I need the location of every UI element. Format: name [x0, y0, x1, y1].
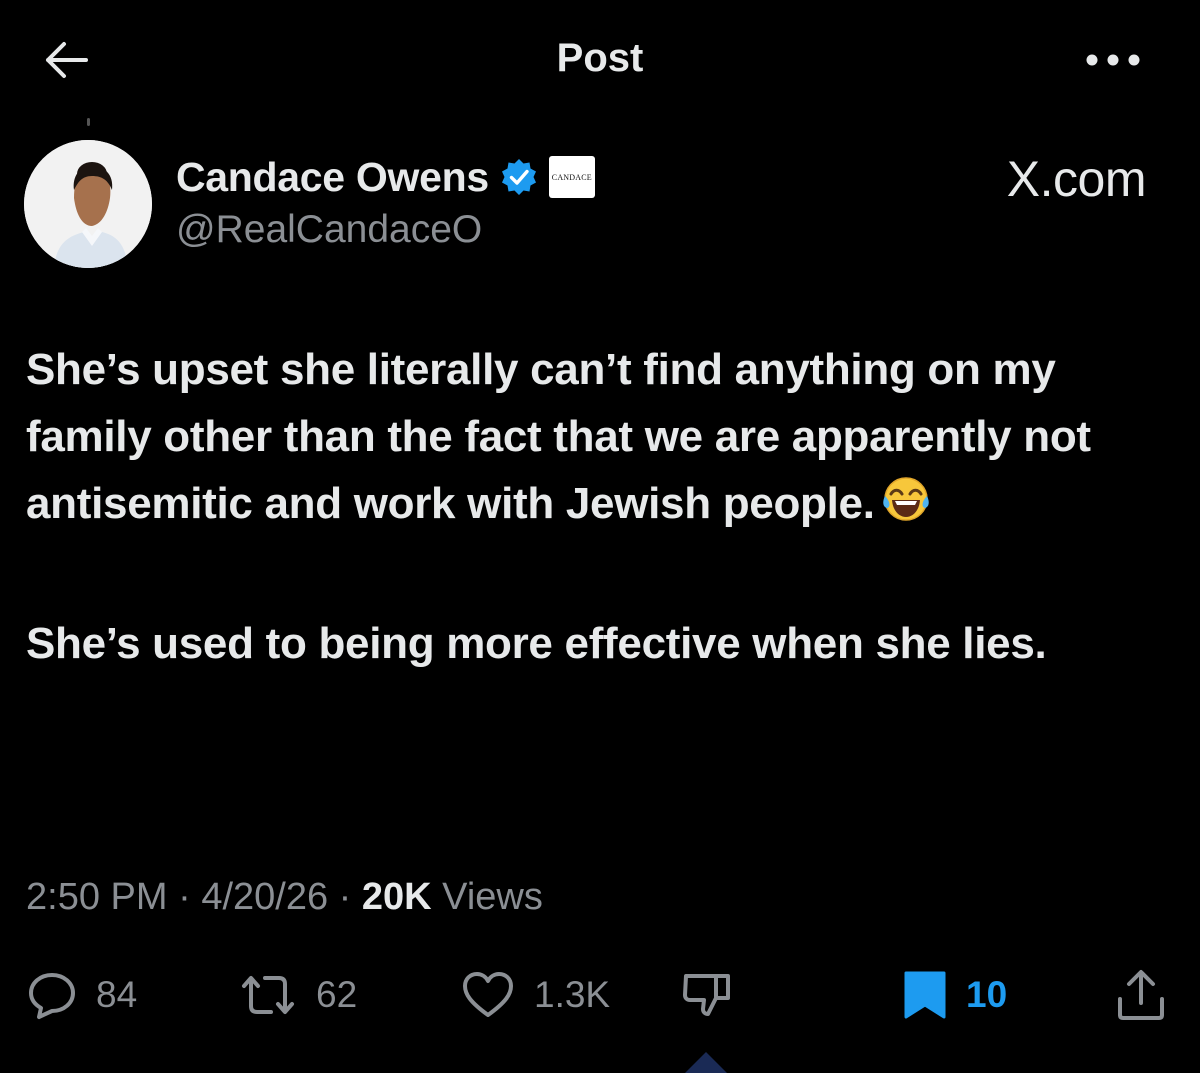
bookmark-count: 10	[966, 974, 1008, 1015]
bookmark-filled-icon	[904, 971, 946, 1019]
affiliation-badge[interactable]: CANDACE	[548, 156, 595, 198]
share-button[interactable]	[1114, 960, 1168, 1030]
profile-photo-icon	[24, 140, 152, 268]
heart-icon	[463, 972, 513, 1017]
dislike-button[interactable]	[680, 960, 734, 1030]
action-bar: 84 62 1.3K 10	[0, 960, 1200, 1030]
reply-icon	[29, 973, 75, 1019]
post-paragraph: She’s used to being more effective when …	[26, 619, 1047, 668]
page-title: Post	[556, 36, 644, 80]
post-paragraph-text: She’s upset she literally can’t find any…	[26, 345, 1091, 528]
repost-button[interactable]: 62	[238, 960, 357, 1030]
views-count[interactable]: 20K	[362, 876, 432, 918]
author-name-row: Candace Owens CANDACE	[176, 152, 595, 202]
more-options-button[interactable]	[1082, 44, 1144, 76]
repost-icon	[242, 976, 294, 1014]
more-horizontal-icon	[1086, 54, 1140, 66]
face-with-tears-of-joy-icon	[881, 474, 931, 543]
source-text: X.com	[1006, 151, 1147, 207]
meta-separator: ·	[178, 876, 191, 918]
post-time[interactable]: 2:50 PM	[26, 876, 168, 918]
repost-count: 62	[316, 974, 358, 1015]
bookmark-button[interactable]: 10	[902, 960, 1007, 1030]
source-label: X.com	[1006, 150, 1147, 208]
post-date[interactable]: 4/20/26	[201, 876, 328, 918]
author-handle[interactable]: @RealCandaceO	[176, 208, 482, 252]
share-icon	[1118, 970, 1164, 1020]
post-paragraph: She’s upset she literally can’t find any…	[26, 336, 1146, 543]
like-count: 1.3K	[534, 974, 611, 1015]
thumbs-down-icon	[683, 974, 730, 1016]
like-button[interactable]: 1.3K	[460, 960, 610, 1030]
post-meta: 2:50 PM · 4/20/26 · 20K Views	[26, 876, 543, 919]
reply-button[interactable]: 84	[26, 960, 137, 1030]
meta-separator: ·	[338, 876, 352, 918]
post-text: She’s upset she literally can’t find any…	[26, 336, 1146, 677]
reply-count: 84	[96, 974, 138, 1015]
verified-badge-icon	[501, 159, 536, 195]
post-page: Post Candace Owens CANDACE @RealCandaceO…	[0, 0, 1200, 1073]
scroll-tick	[87, 118, 90, 126]
views-label: Views	[442, 876, 543, 918]
author-name[interactable]: Candace Owens	[176, 154, 489, 201]
affiliation-badge-text: CANDACE	[551, 172, 592, 182]
top-bar: Post	[0, 0, 1200, 120]
scroll-caret	[684, 1052, 728, 1073]
avatar[interactable]	[24, 140, 152, 268]
